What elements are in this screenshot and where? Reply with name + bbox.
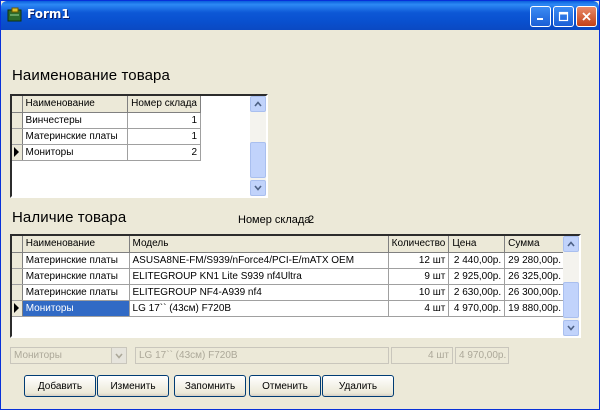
cell-model[interactable]: ELITEGROUP KN1 Lite S939 nf4Ultra	[129, 268, 389, 285]
grid-header: Наименование Модель Количество Цена Сумм…	[12, 236, 565, 253]
scroll-up-button[interactable]	[250, 96, 266, 112]
delete-button[interactable]: Удалить	[322, 375, 394, 397]
cell-name[interactable]: Материнские платы	[22, 284, 130, 301]
model-field[interactable]: LG 17`` (43см) F720B	[135, 347, 389, 364]
main-window: Form1 Наименование товара Наименование Н…	[0, 0, 600, 410]
column-header-stock[interactable]: Номер склада	[127, 96, 201, 113]
column-header-price[interactable]: Цена	[448, 236, 506, 253]
products-scrollbar[interactable]	[250, 96, 266, 196]
dropdown-button[interactable]	[111, 348, 126, 363]
cell-stock[interactable]: 1	[127, 128, 201, 145]
cell-price[interactable]: 2 925,00р.	[448, 268, 506, 285]
cell-price[interactable]: 2 440,00р.	[448, 252, 506, 269]
table-row-selected[interactable]: Мониторы LG 17`` (43см) F720B 4 шт 4 970…	[12, 300, 565, 317]
products-grid[interactable]: Наименование Номер склада Винчестеры 1 М…	[10, 94, 268, 198]
cell-sum[interactable]: 19 880,00р.	[504, 300, 565, 317]
cell-name[interactable]: Материнские платы	[22, 128, 129, 145]
scroll-thumb[interactable]	[250, 142, 266, 178]
scroll-thumb[interactable]	[563, 282, 579, 318]
grid-header: Наименование Номер склада	[12, 96, 201, 113]
app-icon[interactable]	[7, 7, 23, 23]
stock-number-value: 2	[308, 214, 315, 226]
table-row[interactable]: Материнские платы ELITEGROUP KN1 Lite S9…	[12, 268, 565, 285]
column-header-model[interactable]: Модель	[129, 236, 389, 253]
minimize-icon	[537, 18, 543, 20]
column-header-sum[interactable]: Сумма	[504, 236, 565, 253]
cell-sum[interactable]: 29 280,00р.	[504, 252, 565, 269]
cell-name[interactable]: Материнские платы	[22, 252, 130, 269]
cell-name[interactable]: Винчестеры	[22, 112, 129, 129]
cell-price[interactable]: 2 630,00р.	[448, 284, 506, 301]
quantity-field[interactable]: 4 шт	[391, 347, 453, 364]
cell-name[interactable]: Мониторы	[22, 144, 129, 161]
table-row[interactable]: Материнские платы ELITEGROUP NF4-A939 nf…	[12, 284, 565, 301]
products-section-title: Наименование товара	[12, 67, 170, 84]
column-header-name[interactable]: Наименование	[22, 236, 130, 253]
cell-price[interactable]: 4 970,00р.	[448, 300, 506, 317]
scroll-down-button[interactable]	[563, 320, 579, 336]
availability-scrollbar[interactable]	[563, 236, 579, 336]
price-field[interactable]: 4 970,00р.	[455, 347, 509, 364]
table-row[interactable]: Винчестеры 1	[12, 112, 201, 129]
scroll-down-button[interactable]	[250, 180, 266, 196]
availability-section-title: Наличие товара	[12, 209, 127, 226]
cell-qty[interactable]: 12 шт	[388, 252, 450, 269]
scroll-up-icon	[254, 101, 262, 107]
cell-model[interactable]: ASUSA8NE-FM/S939/nForce4/PCI-E/mATX OEM	[129, 252, 389, 269]
close-button[interactable]	[576, 6, 597, 27]
stock-number-label: Номер склада	[238, 214, 311, 226]
row-pointer-icon	[14, 302, 20, 313]
cancel-button[interactable]: Отменить	[249, 375, 321, 397]
availability-grid[interactable]: Наименование Модель Количество Цена Сумм…	[10, 234, 581, 338]
column-header-name[interactable]: Наименование	[22, 96, 129, 113]
cell-sum[interactable]: 26 300,00р.	[504, 284, 565, 301]
maximize-icon	[558, 11, 569, 22]
save-button[interactable]: Запомнить	[174, 375, 246, 397]
cell-stock[interactable]: 2	[127, 144, 201, 161]
scroll-down-icon	[254, 185, 262, 191]
scroll-up-button[interactable]	[563, 236, 579, 252]
cell-name[interactable]: Мониторы	[22, 300, 130, 317]
scroll-down-icon	[567, 325, 575, 331]
edit-button[interactable]: Изменить	[97, 375, 169, 397]
cell-name[interactable]: Материнские платы	[22, 268, 130, 285]
scroll-up-icon	[567, 241, 575, 247]
table-row[interactable]: Материнские платы 1	[12, 128, 201, 145]
table-row[interactable]: Материнские платы ASUSA8NE-FM/S939/nForc…	[12, 252, 565, 269]
category-dropdown[interactable]: Мониторы	[10, 347, 127, 364]
minimize-button[interactable]	[530, 6, 551, 27]
dropdown-arrow-icon	[115, 352, 123, 359]
cell-model[interactable]: ELITEGROUP NF4-A939 nf4	[129, 284, 389, 301]
table-row[interactable]: Мониторы 2	[12, 144, 201, 161]
close-icon	[582, 12, 591, 21]
cell-stock[interactable]: 1	[127, 112, 201, 129]
cell-qty[interactable]: 9 шт	[388, 268, 450, 285]
title-bar[interactable]: Form1	[1, 1, 599, 30]
category-dropdown-value: Мониторы	[14, 350, 62, 361]
row-pointer-icon	[14, 146, 20, 157]
column-header-qty[interactable]: Количество	[388, 236, 450, 253]
cell-qty[interactable]: 4 шт	[388, 300, 450, 317]
cell-qty[interactable]: 10 шт	[388, 284, 450, 301]
add-button[interactable]: Добавить	[24, 375, 96, 397]
window-title: Form1	[27, 7, 70, 21]
cell-sum[interactable]: 26 325,00р.	[504, 268, 565, 285]
maximize-button[interactable]	[553, 6, 574, 27]
cell-model[interactable]: LG 17`` (43см) F720B	[129, 300, 389, 317]
